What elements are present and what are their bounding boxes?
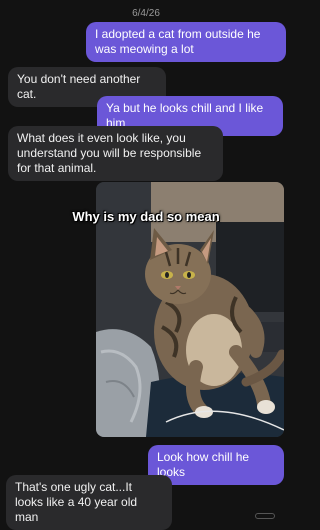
meme-caption: Why is my dad so mean bbox=[72, 209, 220, 224]
message-bubble-incoming[interactable]: What does it even look like, you underst… bbox=[8, 126, 223, 181]
conversation-date: 6/4/26 bbox=[132, 8, 160, 19]
message-bubble-incoming[interactable]: That's one ugly cat...It looks like a 40… bbox=[6, 475, 172, 530]
bottom-bar bbox=[0, 512, 292, 520]
home-indicator-icon[interactable] bbox=[255, 513, 275, 519]
message-bubble-outgoing[interactable]: I adopted a cat from outside he was meow… bbox=[86, 22, 286, 62]
